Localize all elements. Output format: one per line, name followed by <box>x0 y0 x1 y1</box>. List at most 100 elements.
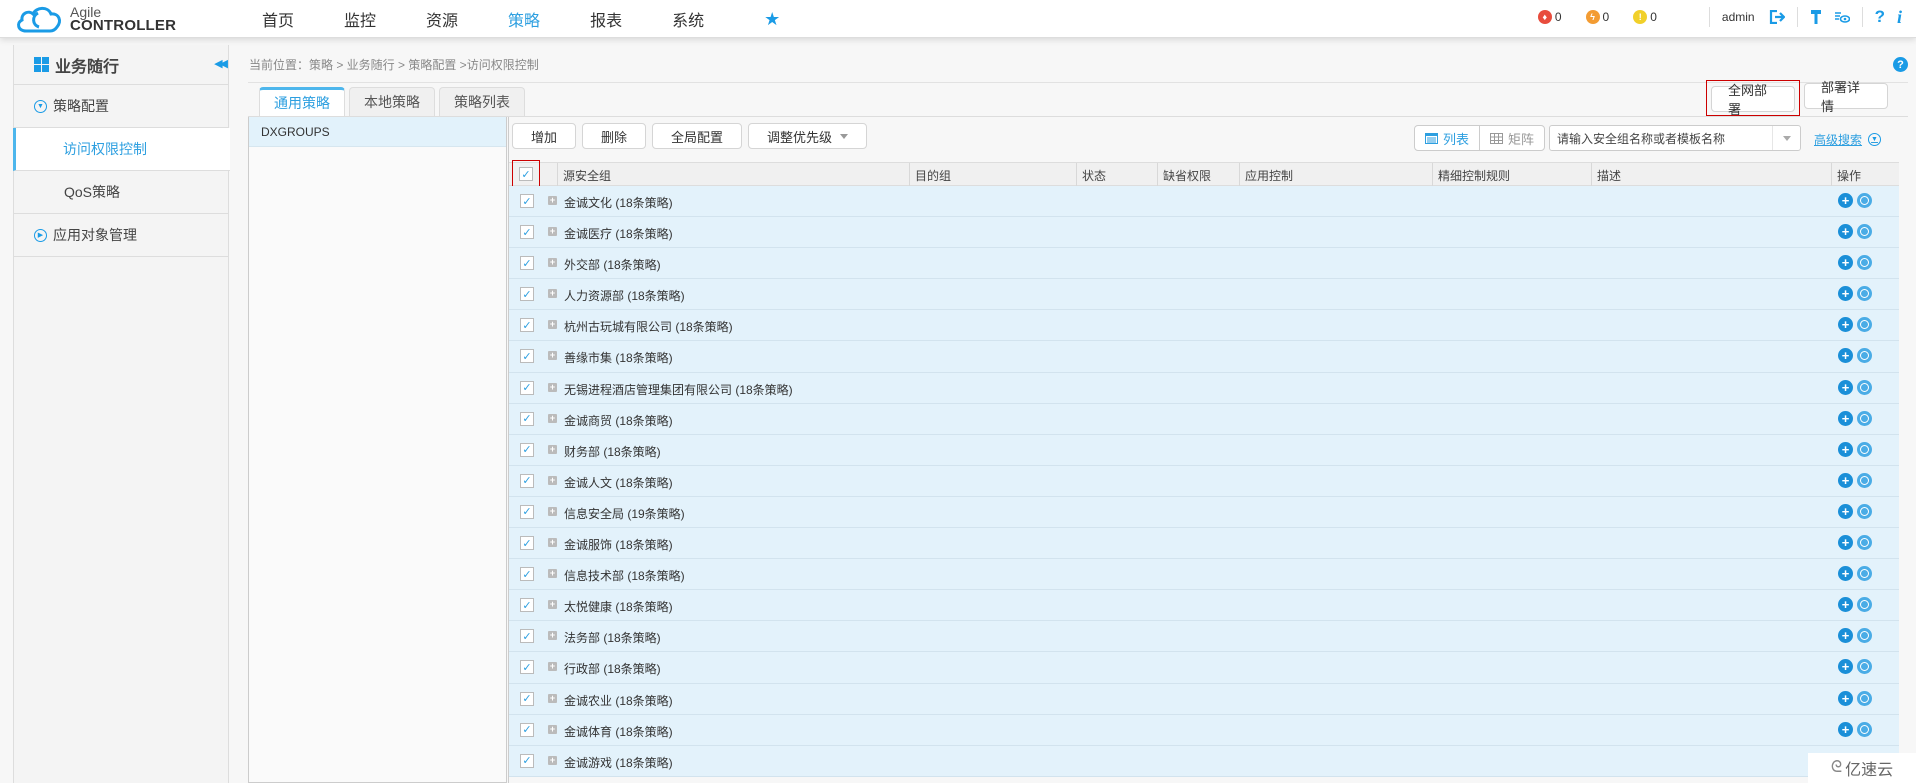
target-policy-icon[interactable] <box>1857 597 1872 613</box>
adjust-priority-dropdown[interactable]: 调整优先级 <box>748 123 868 149</box>
expand-row-icon[interactable]: + <box>548 320 557 330</box>
advanced-search-link[interactable]: 高级搜索 ▼ <box>1814 131 1882 148</box>
page-help-icon[interactable]: ? <box>1893 57 1908 72</box>
target-policy-icon[interactable] <box>1857 348 1872 364</box>
target-policy-icon[interactable] <box>1857 224 1872 240</box>
expand-row-icon[interactable]: + <box>548 569 557 579</box>
row-checkbox[interactable]: ✓ <box>520 504 534 519</box>
row-checkbox[interactable]: ✓ <box>520 629 534 644</box>
sidebar-group-policy-config[interactable]: ▼ 策略配置 <box>14 85 228 128</box>
expand-row-icon[interactable]: + <box>548 227 557 237</box>
target-policy-icon[interactable] <box>1857 410 1872 426</box>
info-icon[interactable]: i <box>1897 7 1902 28</box>
table-row[interactable]: ✓ + 金诚医疗 (18条策略) + <box>509 217 1899 249</box>
row-checkbox[interactable]: ✓ <box>520 380 534 395</box>
table-row[interactable]: ✓+金诚游戏 (18条策略)+ <box>509 745 1899 777</box>
expand-row-icon[interactable]: + <box>548 724 557 734</box>
add-policy-icon[interactable]: + <box>1838 317 1853 333</box>
target-policy-icon[interactable] <box>1857 566 1872 582</box>
sidebar-group-app-objects[interactable]: ▶ 应用对象管理 <box>14 214 228 257</box>
expand-row-icon[interactable]: + <box>548 662 557 672</box>
logout-icon[interactable] <box>1769 10 1785 24</box>
sidebar-item-access-control[interactable]: 访问权限控制 <box>13 128 230 171</box>
table-row[interactable]: ✓ + 杭州古玩城有限公司 (18条策略) + <box>509 310 1899 342</box>
target-policy-icon[interactable] <box>1857 690 1872 706</box>
column-header-app-control[interactable]: 应用控制 <box>1239 163 1293 187</box>
column-header-description[interactable]: 描述 <box>1591 163 1621 187</box>
expand-row-icon[interactable]: + <box>548 538 557 548</box>
group-tree-item[interactable]: DXGROUPS <box>249 117 506 147</box>
deploy-details-button[interactable]: 部署详情 <box>1804 80 1888 114</box>
nav-home[interactable]: 首页 <box>262 7 294 31</box>
expand-row-icon[interactable]: + <box>548 755 557 765</box>
expand-row-icon[interactable]: + <box>548 351 557 361</box>
table-row[interactable]: ✓ + 财务部 (18条策略) + <box>509 434 1899 466</box>
minor-alarm[interactable]: ! 0 <box>1633 10 1657 24</box>
target-policy-icon[interactable] <box>1857 659 1872 675</box>
deploy-all-button[interactable]: 全网部署 <box>1711 83 1795 117</box>
expand-row-icon[interactable]: + <box>548 382 557 392</box>
target-policy-icon[interactable] <box>1857 535 1872 551</box>
row-checkbox[interactable]: ✓ <box>520 660 534 675</box>
add-policy-icon[interactable]: + <box>1838 659 1853 675</box>
table-row[interactable]: ✓ + 金诚人文 (18条策略) + <box>509 465 1899 497</box>
expand-row-icon[interactable]: + <box>548 693 557 703</box>
add-policy-icon[interactable]: + <box>1838 441 1853 457</box>
tab-policy-list[interactable]: 策略列表 <box>439 87 525 116</box>
add-policy-icon[interactable]: + <box>1838 224 1853 240</box>
target-policy-icon[interactable] <box>1857 286 1872 302</box>
row-checkbox[interactable]: ✓ <box>520 442 534 457</box>
add-policy-icon[interactable]: + <box>1838 193 1853 208</box>
target-policy-icon[interactable] <box>1857 193 1872 208</box>
add-policy-icon[interactable]: + <box>1838 503 1853 519</box>
nav-monitor[interactable]: 监控 <box>344 7 376 31</box>
table-row[interactable]: ✓ + 人力资源部 (18条策略) + <box>509 279 1899 311</box>
target-policy-icon[interactable] <box>1857 255 1872 271</box>
delete-button[interactable]: 删除 <box>582 123 647 149</box>
tab-general-policy[interactable]: 通用策略 <box>259 87 345 116</box>
row-checkbox[interactable]: ✓ <box>520 691 534 706</box>
nav-resource[interactable]: 资源 <box>426 7 458 31</box>
table-row[interactable]: ✓ + 金诚服饰 (18条策略) + <box>509 528 1899 560</box>
add-policy-icon[interactable]: + <box>1838 597 1853 613</box>
row-checkbox[interactable]: ✓ <box>520 598 534 613</box>
add-policy-icon[interactable]: + <box>1838 566 1853 582</box>
add-policy-icon[interactable]: + <box>1838 690 1853 706</box>
expand-row-icon[interactable]: + <box>548 475 557 485</box>
table-row[interactable]: ✓ + 行政部 (18条策略) + <box>509 652 1899 684</box>
tab-local-policy[interactable]: 本地策略 <box>349 87 435 116</box>
column-header-destination-group[interactable]: 目的组 <box>909 163 951 187</box>
add-policy-icon[interactable]: + <box>1838 255 1853 271</box>
row-checkbox[interactable]: ✓ <box>520 567 534 582</box>
table-row[interactable]: ✓ + 无锡进程酒店管理集团有限公司 (18条策略) + <box>509 372 1899 404</box>
target-policy-icon[interactable] <box>1857 472 1872 488</box>
add-policy-icon[interactable]: + <box>1838 472 1853 488</box>
expand-row-icon[interactable]: + <box>548 289 557 299</box>
nav-report[interactable]: 报表 <box>590 7 622 31</box>
table-row[interactable]: ✓ + 金诚农业 (18条策略) + <box>509 683 1899 715</box>
table-row[interactable]: ✓ + 信息安全局 (19条策略) + <box>509 496 1899 529</box>
critical-alarm[interactable]: ♦ 0 <box>1537 10 1562 24</box>
row-checkbox[interactable]: ✓ <box>520 194 534 208</box>
target-policy-icon[interactable] <box>1857 721 1872 737</box>
help-icon[interactable]: ? <box>1875 7 1885 27</box>
select-all-checkbox[interactable]: ✓ <box>519 167 533 181</box>
search-input[interactable]: 请输入安全组名称或者模板名称 <box>1549 125 1801 151</box>
major-alarm[interactable]: ϟ 0 <box>1585 10 1609 24</box>
add-policy-icon[interactable]: + <box>1838 379 1853 395</box>
target-policy-icon[interactable] <box>1857 503 1872 519</box>
row-checkbox[interactable]: ✓ <box>520 256 534 271</box>
row-checkbox[interactable]: ✓ <box>520 536 534 551</box>
add-policy-icon[interactable]: + <box>1838 348 1853 364</box>
expand-row-icon[interactable]: + <box>548 506 557 516</box>
add-button[interactable]: 增加 <box>512 123 577 149</box>
global-config-button[interactable]: 全局配置 <box>652 123 743 149</box>
add-policy-icon[interactable]: + <box>1838 628 1853 644</box>
row-checkbox[interactable]: ✓ <box>520 473 534 488</box>
row-checkbox[interactable]: ✓ <box>520 411 534 426</box>
target-policy-icon[interactable] <box>1857 441 1872 457</box>
expand-row-icon[interactable]: + <box>548 196 557 205</box>
table-row[interactable]: ✓ + 金诚体育 (18条策略) + <box>509 714 1899 746</box>
collapse-sidebar-icon[interactable]: ◀◀ <box>214 57 228 70</box>
column-header-fine-rules[interactable]: 精细控制规则 <box>1432 163 1510 187</box>
